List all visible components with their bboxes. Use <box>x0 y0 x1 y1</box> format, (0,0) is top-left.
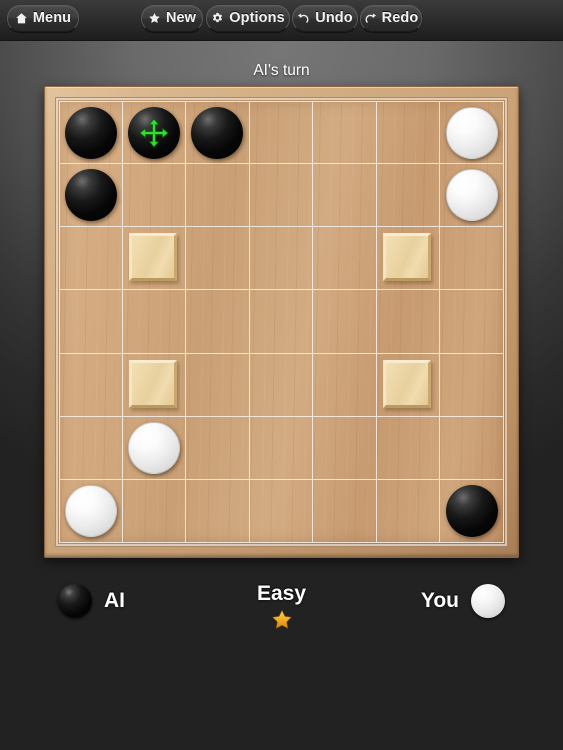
board-cell-1-2[interactable] <box>186 164 250 228</box>
board-cell-4-3[interactable] <box>249 353 314 417</box>
board-cell-6-3[interactable] <box>249 479 314 543</box>
you-stone-swatch <box>471 584 505 618</box>
new-game-button[interactable]: New <box>141 5 203 32</box>
board-cell-1-1[interactable] <box>122 164 187 228</box>
board-cell-5-0[interactable] <box>59 416 123 480</box>
board-cell-1-5[interactable] <box>376 164 441 228</box>
board-cell-0-5[interactable] <box>376 101 441 165</box>
board-cell-4-4[interactable] <box>313 353 377 417</box>
board-cell-4-5[interactable] <box>376 353 441 417</box>
redo-arrow-icon <box>364 12 377 25</box>
menu-button-label: Menu <box>32 10 72 27</box>
board-cell-2-5[interactable] <box>376 227 441 291</box>
board-cell-5-4[interactable] <box>313 416 377 480</box>
game-screen: Menu New Options Undo Redo AI's turn AI … <box>0 0 563 750</box>
options-button-label: Options <box>229 10 285 27</box>
board-cell-1-0[interactable] <box>59 164 123 228</box>
board-cell-2-4[interactable] <box>313 227 377 291</box>
black-stone[interactable] <box>64 106 117 159</box>
black-stone[interactable] <box>64 169 117 222</box>
board-cell-0-1[interactable] <box>122 101 187 165</box>
board-cell-2-6[interactable] <box>440 227 504 291</box>
board-cell-0-4[interactable] <box>313 101 377 165</box>
black-stone[interactable] <box>191 106 244 159</box>
you-label: You <box>420 589 459 612</box>
board-tile <box>128 233 178 282</box>
board-cell-0-0[interactable] <box>59 101 123 165</box>
board-cell-3-2[interactable] <box>186 290 250 354</box>
move-cursor-icon <box>139 117 169 148</box>
board-grid[interactable] <box>59 101 504 543</box>
board-cell-2-2[interactable] <box>186 227 250 291</box>
board-cell-6-0[interactable] <box>59 479 123 543</box>
board-cell-3-6[interactable] <box>440 290 504 354</box>
white-stone[interactable] <box>127 421 180 474</box>
board-cell-6-5[interactable] <box>376 479 441 543</box>
board-cell-5-1[interactable] <box>122 416 187 480</box>
black-stone[interactable] <box>127 106 180 159</box>
board-cell-1-6[interactable] <box>440 164 504 228</box>
board-tile <box>382 359 432 408</box>
menu-button[interactable]: Menu <box>7 5 79 32</box>
board-cell-3-5[interactable] <box>376 290 441 354</box>
board-cell-3-0[interactable] <box>59 290 123 354</box>
redo-button[interactable]: Redo <box>360 5 422 32</box>
board-cell-3-1[interactable] <box>122 290 187 354</box>
undo-button[interactable]: Undo <box>292 5 358 32</box>
undo-arrow-icon <box>297 12 310 25</box>
board-cell-3-4[interactable] <box>313 290 377 354</box>
board-cell-0-3[interactable] <box>249 101 314 165</box>
board-tile <box>128 359 178 408</box>
options-button[interactable]: Options <box>206 5 290 32</box>
board-cell-2-3[interactable] <box>249 227 314 291</box>
new-game-button-label: New <box>165 10 197 27</box>
board-cell-1-4[interactable] <box>313 164 377 228</box>
board-cell-4-1[interactable] <box>122 353 187 417</box>
star-icon <box>148 12 161 25</box>
white-stone[interactable] <box>445 169 498 222</box>
difficulty-star <box>271 610 293 635</box>
board-cell-2-0[interactable] <box>59 227 123 291</box>
board-cell-0-6[interactable] <box>440 101 504 165</box>
black-stone[interactable] <box>445 484 498 537</box>
player-you: You <box>421 580 505 622</box>
board-cell-6-6[interactable] <box>440 479 504 543</box>
home-icon <box>15 12 28 25</box>
undo-button-label: Undo <box>315 10 353 27</box>
toolbar: Menu New Options Undo Redo <box>0 0 563 41</box>
board-cell-4-6[interactable] <box>440 353 504 417</box>
board-cell-4-0[interactable] <box>59 353 123 417</box>
board-cell-6-4[interactable] <box>313 479 377 543</box>
board-cell-4-2[interactable] <box>186 353 250 417</box>
board-cell-5-2[interactable] <box>186 416 250 480</box>
board-cell-6-2[interactable] <box>186 479 250 543</box>
board-cell-5-6[interactable] <box>440 416 504 480</box>
board-cell-1-3[interactable] <box>249 164 314 228</box>
redo-button-label: Redo <box>381 10 419 27</box>
white-stone[interactable] <box>64 484 117 537</box>
board-cell-2-1[interactable] <box>122 227 187 291</box>
board-tile <box>382 233 432 282</box>
board-cell-0-2[interactable] <box>186 101 250 165</box>
board-cell-5-5[interactable] <box>376 416 441 480</box>
gear-icon <box>211 12 224 25</box>
board-cell-5-3[interactable] <box>249 416 314 480</box>
white-stone[interactable] <box>445 106 498 159</box>
game-board[interactable] <box>44 86 519 558</box>
board-cell-3-3[interactable] <box>249 290 314 354</box>
board-cell-6-1[interactable] <box>122 479 187 543</box>
turn-status-text: AI's turn <box>253 62 310 79</box>
footer: AI Easy You <box>0 580 563 660</box>
